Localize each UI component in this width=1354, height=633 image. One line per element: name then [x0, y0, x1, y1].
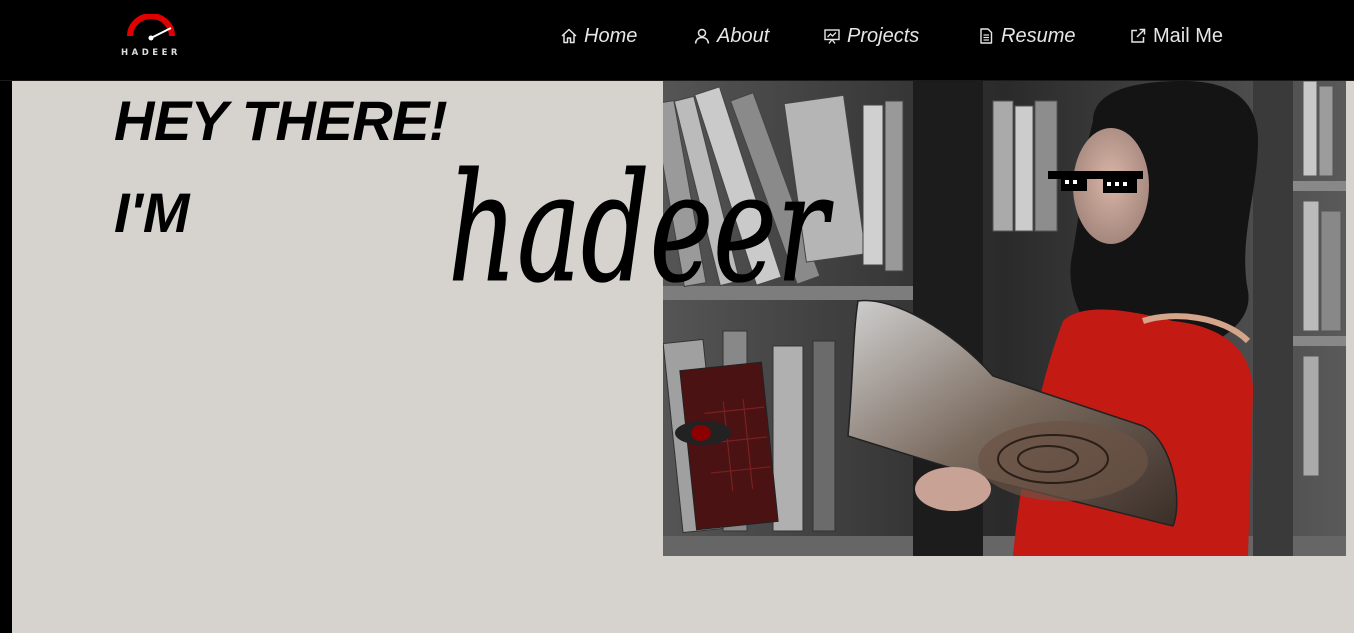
- nav-projects[interactable]: Projects: [823, 0, 919, 72]
- nav-about[interactable]: About: [693, 0, 769, 72]
- nav-mail-me[interactable]: Mail Me: [1129, 0, 1223, 72]
- nav-home[interactable]: Home: [560, 0, 637, 72]
- hero-name-script: hadeer: [448, 120, 848, 317]
- hero-name-dark: hadeer: [448, 142, 834, 300]
- hero-intro: I'M: [114, 181, 190, 244]
- nav-mail-label: Mail Me: [1153, 24, 1224, 47]
- logo-text: HADEER: [121, 48, 181, 58]
- external-link-icon: [1131, 28, 1146, 43]
- home-icon: [561, 28, 577, 44]
- logo-arc-icon: [127, 14, 175, 41]
- nav-resume[interactable]: Resume: [977, 0, 1075, 72]
- nav-about-label: About: [717, 24, 770, 47]
- nav-resume-label: Resume: [1001, 24, 1076, 47]
- document-icon: [980, 28, 993, 44]
- presentation-icon: [824, 29, 840, 44]
- brand-logo[interactable]: HADEER: [118, 14, 184, 64]
- top-navbar: HADEER Home About Projects Resume Mail M…: [0, 0, 1354, 81]
- user-icon: [694, 28, 710, 44]
- nav-home-label: Home: [584, 24, 638, 47]
- nav-projects-label: Projects: [847, 24, 920, 47]
- hero-greeting: HEY THERE!: [114, 89, 448, 152]
